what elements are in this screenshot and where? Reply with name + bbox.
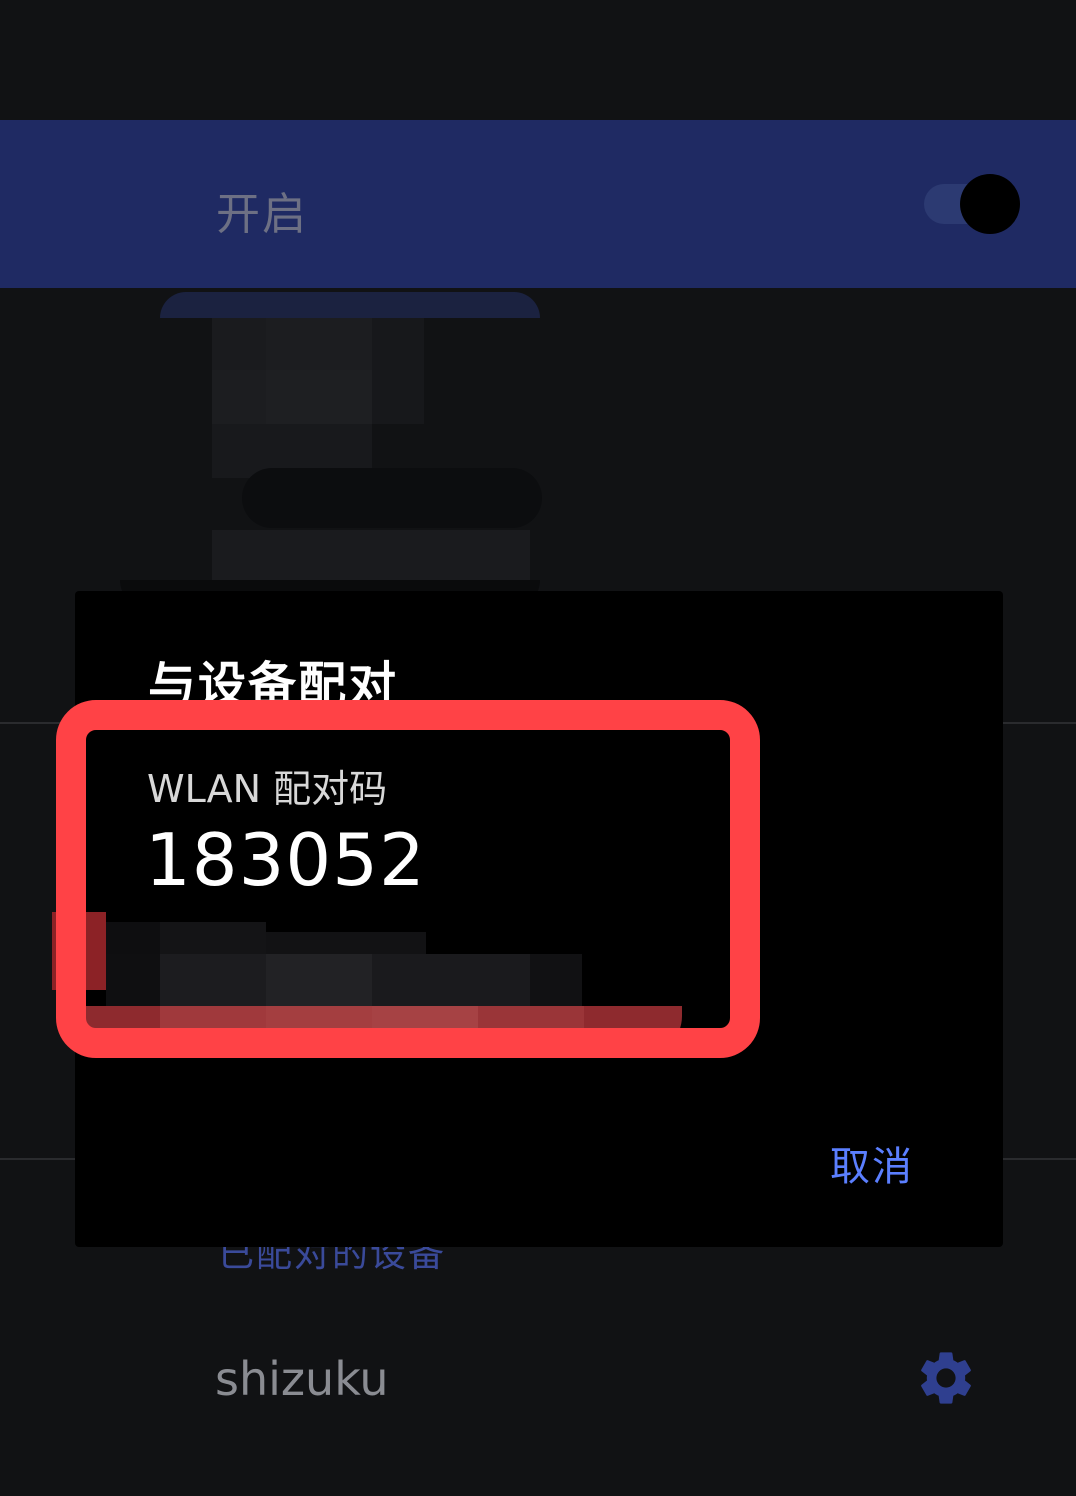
gear-icon[interactable] [914, 1346, 978, 1410]
toggle-knob[interactable] [960, 174, 1020, 234]
dialog-title: 与设备配对 [148, 657, 399, 701]
divider [1003, 722, 1076, 724]
enable-bar[interactable] [0, 120, 1076, 288]
enable-label: 开启 [216, 189, 308, 240]
pairing-code: 183052 [145, 818, 426, 902]
redacted-region [120, 292, 542, 612]
paired-devices-header: 已配对的设备 [218, 1244, 447, 1274]
cancel-button[interactable]: 取消 [830, 1134, 914, 1192]
divider [0, 1158, 76, 1160]
screen: 开启 已配对的设备 与设备配对 WLAN 配对码 183052 取消 shizu… [0, 0, 1076, 1496]
divider [1003, 1158, 1076, 1160]
pairing-code-label: WLAN 配对码 [147, 767, 388, 811]
device-name[interactable]: shizuku [215, 1352, 389, 1406]
status-area [0, 0, 1076, 120]
